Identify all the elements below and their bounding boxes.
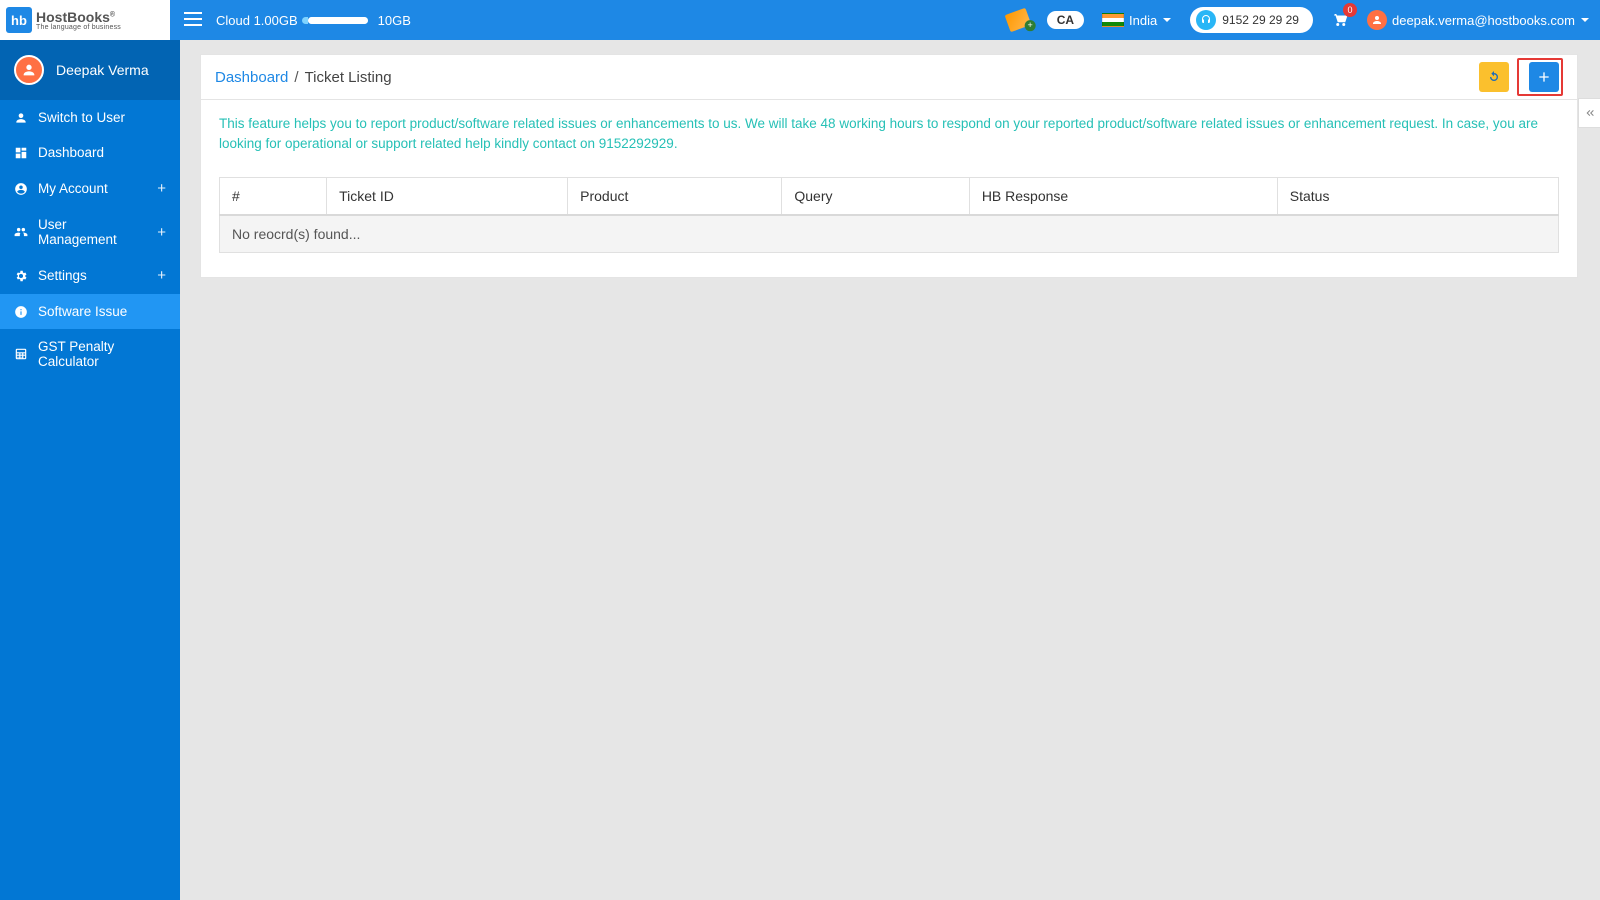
sidebar-item-label: Switch to User (38, 110, 125, 125)
refresh-button[interactable] (1479, 62, 1509, 92)
expand-icon: + (157, 224, 166, 241)
info-notice: This feature helps you to report product… (219, 114, 1559, 155)
add-ticket-button[interactable] (1529, 62, 1559, 92)
table-row: No reocrd(s) found... (220, 215, 1559, 253)
cart-button[interactable]: 0 (1331, 11, 1349, 29)
headset-icon (1196, 10, 1216, 30)
new-ticket-shortcut[interactable] (1007, 11, 1029, 29)
sidebar-item-settings[interactable]: Settings + (0, 257, 180, 294)
chevron-down-icon (1580, 15, 1590, 25)
hamburger-icon[interactable] (184, 12, 202, 29)
country-label: India (1129, 13, 1157, 28)
chevron-double-left-icon (1584, 107, 1596, 119)
calc-icon (14, 347, 28, 361)
ca-badge[interactable]: CA (1047, 11, 1084, 29)
brand-text: HostBooks® The language of business (36, 10, 121, 31)
flag-icon (1102, 13, 1124, 27)
sidebar-item-user-management[interactable]: User Management + (0, 207, 180, 257)
chevron-down-icon (1162, 15, 1172, 25)
country-selector[interactable]: India (1102, 13, 1172, 28)
cloud-usage: Cloud 1.00GB 10GB (216, 13, 411, 28)
account-email: deepak.verma@hostbooks.com (1392, 13, 1575, 28)
empty-message: No reocrd(s) found... (220, 215, 1559, 253)
sidebar-item-gst-penalty-calculator[interactable]: GST Penalty Calculator (0, 329, 180, 379)
add-button-highlight (1517, 58, 1563, 96)
sidebar-item-my-account[interactable]: My Account + (0, 170, 180, 207)
cloud-used-label: Cloud 1.00GB (216, 13, 298, 28)
main-content: Dashboard / Ticket Listing This feature … (180, 40, 1600, 900)
users-icon (14, 225, 28, 239)
expand-icon: + (157, 180, 166, 197)
brand-abbr: hb (6, 7, 32, 33)
sidebar-item-label: Settings (38, 268, 87, 283)
breadcrumb-current: Ticket Listing (305, 69, 392, 86)
brand-logo[interactable]: hb HostBooks® The language of business (0, 0, 170, 40)
breadcrumb-root[interactable]: Dashboard (215, 69, 288, 86)
topbar: hb HostBooks® The language of business C… (0, 0, 1600, 40)
sidebar-item-label: Dashboard (38, 145, 104, 160)
ticket-icon (1004, 8, 1031, 32)
ticket-panel: This feature helps you to report product… (200, 100, 1578, 278)
sidebar-item-software-issue[interactable]: Software Issue (0, 294, 180, 329)
sidebar-item-label: My Account (38, 181, 108, 196)
cloud-usage-bar (308, 17, 368, 24)
plus-icon (1536, 69, 1552, 85)
sidebar-item-label: Software Issue (38, 304, 127, 319)
avatar-icon (14, 55, 44, 85)
avatar-icon (1367, 10, 1387, 30)
gear-icon (14, 269, 28, 283)
phone-number: 9152 29 29 29 (1222, 13, 1299, 27)
sidebar-item-switch-to-user[interactable]: Switch to User (0, 100, 180, 135)
account-menu[interactable]: deepak.verma@hostbooks.com (1367, 10, 1590, 30)
col-status: Status (1277, 177, 1558, 215)
cloud-total-label: 10GB (378, 13, 411, 28)
support-phone[interactable]: 9152 29 29 29 (1190, 7, 1313, 33)
col--: # (220, 177, 327, 215)
collapse-panel-button[interactable] (1578, 98, 1600, 128)
breadcrumb: Dashboard / Ticket Listing (200, 54, 1578, 100)
col-hb-response: HB Response (969, 177, 1277, 215)
sidebar-user-name: Deepak Verma (56, 62, 149, 78)
col-product: Product (568, 177, 782, 215)
account-icon (14, 182, 28, 196)
col-ticket-id: Ticket ID (327, 177, 568, 215)
expand-icon: + (157, 267, 166, 284)
sidebar: Deepak Verma Switch to User Dashboard My A… (0, 40, 180, 900)
user-icon (14, 111, 28, 125)
sidebar-user[interactable]: Deepak Verma (0, 40, 180, 100)
info-icon (14, 305, 28, 319)
ca-label: CA (1047, 11, 1084, 29)
col-query: Query (782, 177, 969, 215)
sidebar-item-dashboard[interactable]: Dashboard (0, 135, 180, 170)
dash-icon (14, 146, 28, 160)
breadcrumb-sep: / (294, 69, 298, 86)
ticket-table: #Ticket IDProductQueryHB ResponseStatus … (219, 177, 1559, 253)
sidebar-item-label: User Management (38, 217, 147, 247)
cart-badge: 0 (1343, 3, 1357, 17)
sidebar-item-label: GST Penalty Calculator (38, 339, 166, 369)
refresh-icon (1486, 69, 1502, 85)
